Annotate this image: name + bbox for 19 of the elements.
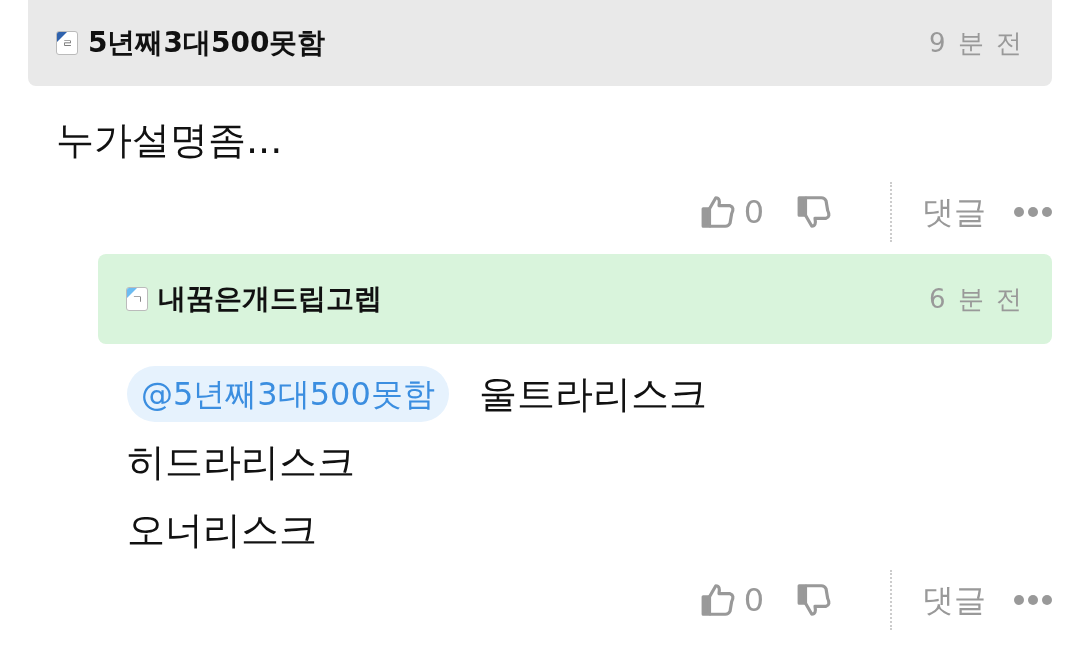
level-badge: ㄱ (126, 287, 148, 311)
comment-time: 9 분 전 (928, 26, 1024, 60)
comment-text: 오너리스크 (127, 506, 317, 554)
author-name[interactable]: 내꿈은개드립고렙 (158, 278, 382, 320)
like-button[interactable]: 0 (699, 188, 764, 236)
comment-text: 히드라리스크 (127, 438, 355, 486)
author-name[interactable]: 5년째3대500못함 (88, 22, 326, 64)
more-button[interactable] (1014, 207, 1052, 217)
comment-text: 누가설명좀... (56, 116, 283, 164)
more-icon (1014, 595, 1052, 605)
comment-time: 6 분 전 (928, 282, 1024, 316)
more-button[interactable] (1014, 595, 1052, 605)
mention-chip[interactable]: @5년째3대500못함 (127, 366, 449, 422)
more-icon (1014, 207, 1052, 217)
level-badge: ㄹ (56, 31, 78, 55)
comment-text: 울트라리스크 (478, 370, 707, 418)
reply-button[interactable]: 댓글 (922, 188, 986, 236)
reply-button[interactable]: 댓글 (922, 576, 986, 624)
like-button[interactable]: 0 (699, 576, 764, 624)
